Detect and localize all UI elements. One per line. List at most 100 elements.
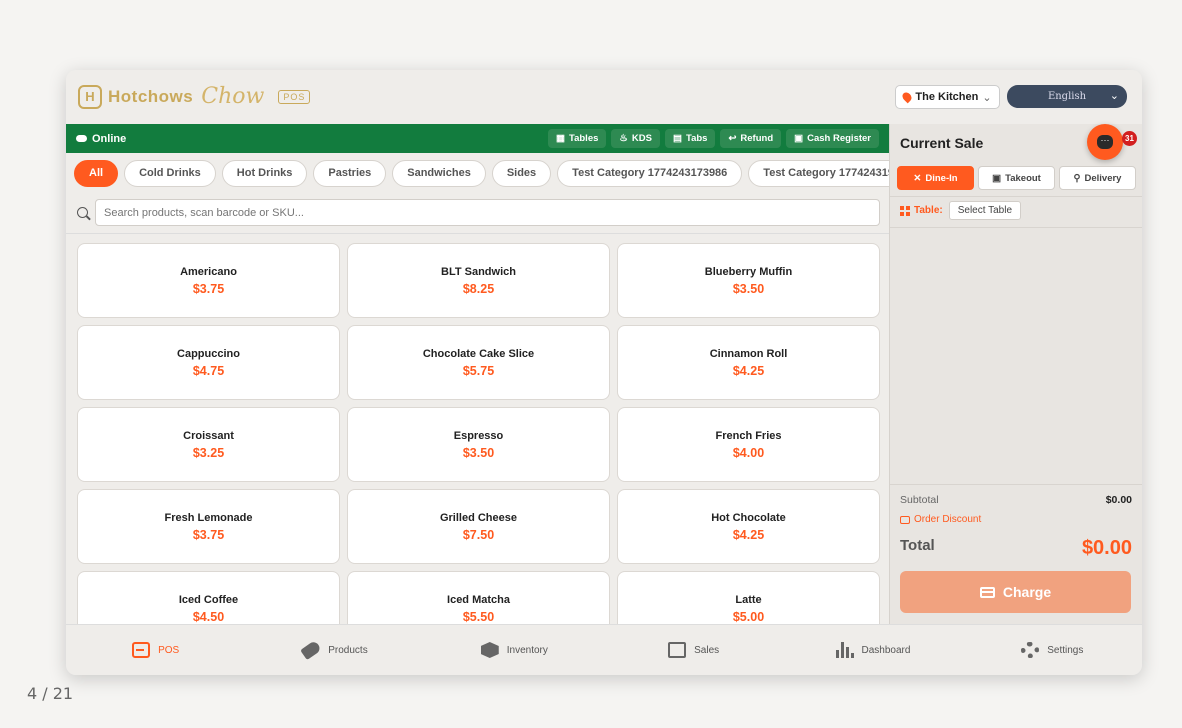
chat-icon: ··· (1097, 135, 1113, 149)
bicycle-icon: ⚲ (1073, 172, 1081, 184)
product-price: $4.00 (732, 445, 765, 460)
tables-button[interactable]: ▦ Tables (548, 129, 607, 148)
product-price: $5.50 (462, 609, 495, 624)
delivery-button[interactable]: ⚲ Delivery (1059, 166, 1136, 190)
online-status: Online (76, 133, 126, 145)
product-card[interactable]: Grilled Cheese $7.50 (347, 489, 610, 564)
product-name: Fresh Lemonade (164, 511, 253, 524)
category-sandwiches[interactable]: Sandwiches (392, 160, 486, 187)
select-table-button[interactable]: Select Table (948, 201, 1022, 220)
product-card[interactable]: BLT Sandwich $8.25 (347, 243, 610, 318)
product-card[interactable]: Iced Coffee $4.50 (77, 571, 340, 624)
product-card[interactable]: Cinnamon Roll $4.25 (617, 325, 880, 400)
status-bar: Online ▦ Tables ♨ KDS ▤ Tabs ↩ Refund ▣ Cash … (66, 124, 889, 153)
takeout-button[interactable]: ▣ Takeout (978, 166, 1055, 190)
refund-button-label: Refund (740, 133, 774, 144)
tables-button-label: Tables (569, 133, 599, 144)
language-selector[interactable]: English ⌄ (1007, 85, 1127, 108)
product-card[interactable]: Hot Chocolate $4.25 (617, 489, 880, 564)
product-name: Iced Matcha (447, 593, 510, 606)
table-grid-icon (900, 205, 910, 216)
product-name: Chocolate Cake Slice (422, 347, 535, 360)
dine-in-label: Dine-In (925, 172, 958, 184)
location-pin-icon (901, 90, 914, 104)
app-window: H Hotchows Chow POS The Kitchen ⌄ Englis… (66, 70, 1142, 675)
chevron-down-icon: ⌄ (1109, 89, 1119, 102)
credit-card-icon (979, 586, 995, 598)
category-bar: All Cold Drinks Hot Drinks Pastries Sandwich… (74, 160, 889, 188)
product-price: $3.50 (732, 281, 765, 296)
subtotal-value: $0.00 (1105, 494, 1132, 506)
dine-in-button[interactable]: ✕ Dine-In (897, 166, 974, 190)
product-card[interactable]: Americano $3.75 (77, 243, 340, 318)
search-input[interactable] (95, 199, 880, 226)
bag-icon: ▣ (992, 172, 1002, 184)
product-price: $5.75 (462, 363, 495, 378)
category-all[interactable]: All (74, 160, 119, 187)
product-price: $3.75 (192, 281, 225, 296)
nav-sales-label: Sales (694, 644, 720, 656)
product-card[interactable]: Latte $5.00 (617, 571, 880, 624)
nav-inventory[interactable]: Inventory (425, 625, 604, 675)
nav-pos[interactable]: POS (66, 625, 245, 675)
category-sides[interactable]: Sides (491, 160, 552, 187)
category-cold-drinks[interactable]: Cold Drinks (124, 160, 216, 187)
panel-title: Current Sale (900, 135, 984, 151)
nav-settings[interactable]: Settings (963, 625, 1142, 675)
product-name: Grilled Cheese (439, 511, 518, 524)
tabs-button[interactable]: ▤ Tabs (664, 129, 716, 148)
product-price: $7.50 (462, 527, 495, 542)
product-card[interactable]: French Fries $4.00 (617, 407, 880, 482)
tag-icon (300, 639, 323, 661)
category-pastries[interactable]: Pastries (313, 160, 387, 187)
product-price: $8.25 (462, 281, 495, 296)
product-price: $4.25 (732, 527, 765, 542)
tabs-button-label: Tabs (685, 133, 708, 144)
nav-products[interactable]: Products (245, 625, 424, 675)
kds-button[interactable]: ♨ KDS (611, 129, 660, 148)
cloud-icon (76, 135, 87, 142)
location-selector[interactable]: The Kitchen ⌄ (895, 85, 1000, 109)
product-name: Iced Coffee (178, 593, 239, 606)
product-price: $5.00 (732, 609, 765, 624)
product-card[interactable]: Chocolate Cake Slice $5.75 (347, 325, 610, 400)
takeout-label: Takeout (1005, 172, 1041, 184)
nav-dashboard[interactable]: Dashboard (783, 625, 962, 675)
category-test-1[interactable]: Test Category 1774243173986 (557, 160, 743, 187)
product-card[interactable]: Fresh Lemonade $3.75 (77, 489, 340, 564)
charge-label: Charge (1002, 584, 1052, 600)
brand-tag: POS (278, 89, 311, 104)
nav-dashboard-label: Dashboard (861, 644, 911, 656)
product-name: Cappuccino (177, 347, 240, 360)
nav-sales[interactable]: Sales (604, 625, 783, 675)
subtotal-label: Subtotal (900, 494, 939, 506)
calculator-icon: ▣ (794, 133, 804, 144)
location-label: The Kitchen (915, 91, 979, 103)
product-card[interactable]: Espresso $3.50 (347, 407, 610, 482)
product-name: Blueberry Muffin (704, 265, 793, 278)
product-name: French Fries (715, 429, 782, 442)
divider (66, 233, 889, 234)
online-label: Online (92, 132, 127, 145)
nav-settings-label: Settings (1047, 644, 1084, 656)
product-card[interactable]: Croissant $3.25 (77, 407, 340, 482)
product-card[interactable]: Cappuccino $4.75 (77, 325, 340, 400)
category-hot-drinks[interactable]: Hot Drinks (221, 160, 308, 187)
product-card[interactable]: Iced Matcha $5.50 (347, 571, 610, 624)
table-label: Table: (914, 205, 943, 216)
charge-button[interactable]: Charge (900, 571, 1131, 613)
chat-button[interactable]: ··· (1087, 124, 1123, 160)
product-name: Croissant (183, 429, 234, 442)
product-price: $4.25 (732, 363, 765, 378)
order-discount-link[interactable]: Order Discount (900, 514, 981, 525)
box-icon (480, 642, 499, 658)
product-name: Latte (735, 593, 762, 606)
product-price: $4.75 (192, 363, 225, 378)
category-test-2[interactable]: Test Category 1774243196 (748, 160, 889, 187)
flame-icon: ♨ (619, 133, 628, 144)
product-name: Cinnamon Roll (709, 347, 788, 360)
refund-button[interactable]: ↩ Refund (720, 129, 782, 148)
nav-inventory-label: Inventory (506, 644, 548, 656)
cash-register-button[interactable]: ▣ Cash Register (786, 129, 879, 148)
product-card[interactable]: Blueberry Muffin $3.50 (617, 243, 880, 318)
